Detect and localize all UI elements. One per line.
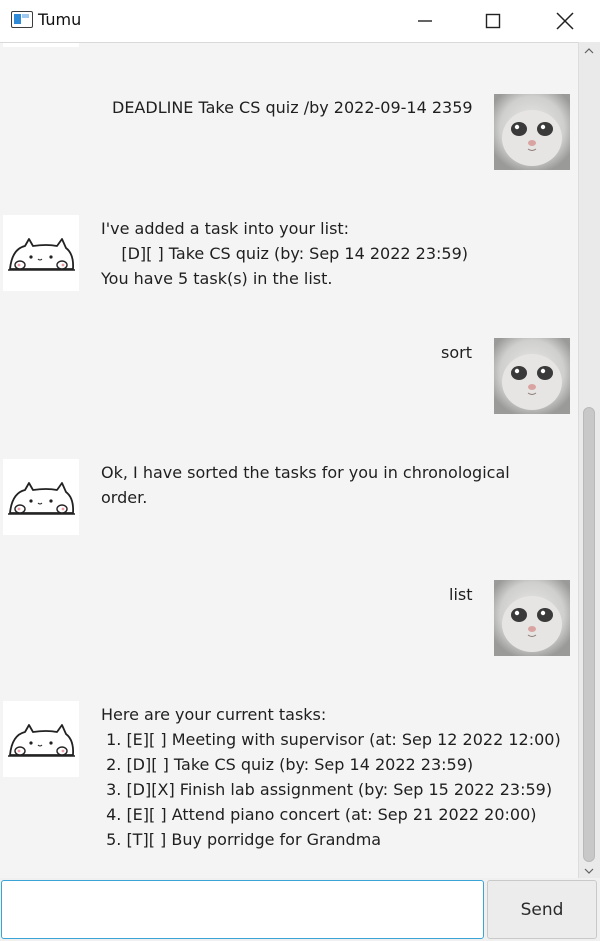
close-icon — [556, 12, 574, 30]
title-bar: Tumu — [0, 0, 600, 42]
bot-avatar — [3, 43, 79, 47]
app-icon — [11, 11, 33, 28]
bot-avatar — [3, 215, 79, 291]
user-message: DEADLINE Take CS quiz /by 2022-09-14 235… — [112, 98, 473, 117]
bot-message: Here are your current tasks: 1. [E][ ] M… — [101, 705, 561, 849]
bot-avatar — [3, 459, 79, 535]
bot-message: I've added a task into your list: [D][ ]… — [101, 219, 469, 288]
scroll-up-arrow-icon[interactable] — [584, 48, 594, 54]
window-title: Tumu — [38, 10, 82, 29]
scrollbar-thumb[interactable] — [583, 407, 595, 862]
vertical-scrollbar[interactable] — [578, 42, 600, 878]
user-avatar — [494, 94, 570, 170]
minimize-button[interactable] — [390, 0, 460, 42]
user-avatar — [494, 338, 570, 414]
message-input[interactable] — [1, 880, 484, 939]
maximize-button[interactable] — [458, 0, 528, 42]
input-row: Send — [0, 878, 600, 941]
user-message: list — [449, 585, 473, 604]
maximize-icon — [485, 13, 501, 29]
user-message: sort — [441, 343, 472, 362]
chat-area[interactable]: DEADLINE Take CS quiz /by 2022-09-14 235… — [0, 42, 578, 878]
scroll-down-arrow-icon[interactable] — [584, 868, 594, 874]
bot-avatar — [3, 701, 79, 777]
bot-message: Ok, I have sorted the tasks for you in c… — [101, 463, 510, 507]
close-button[interactable] — [530, 0, 600, 42]
user-avatar — [494, 580, 570, 656]
send-button[interactable]: Send — [487, 880, 597, 939]
minimize-icon — [418, 20, 432, 22]
